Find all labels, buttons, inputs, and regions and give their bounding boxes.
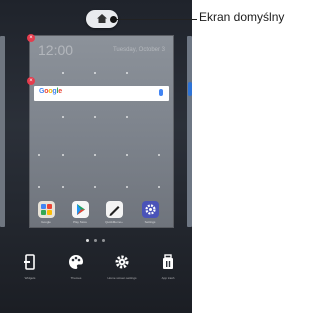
palette-icon bbox=[69, 255, 83, 269]
google-folder-icon[interactable] bbox=[38, 201, 55, 218]
widgets-icon bbox=[24, 254, 35, 270]
callout-line bbox=[113, 19, 197, 20]
app-label: QuickMemo+ bbox=[105, 220, 123, 224]
widgets-button[interactable]: Widgets bbox=[10, 254, 50, 294]
home-page-preview[interactable]: 12:00 Tuesday, October 3 × Google × Goog bbox=[27, 34, 173, 227]
tool-label: Widgets bbox=[24, 276, 36, 280]
app-shortcuts: Google Play Store QuickMemo+ Settings bbox=[36, 201, 167, 225]
trash-icon bbox=[163, 254, 173, 269]
next-page-card[interactable] bbox=[187, 36, 192, 227]
app-label: Google bbox=[41, 220, 51, 224]
settings-icon[interactable] bbox=[142, 201, 159, 218]
pen-icon[interactable] bbox=[106, 201, 123, 218]
clock-widget[interactable]: 12:00 Tuesday, October 3 bbox=[36, 42, 167, 59]
google-search-widget[interactable]: Google bbox=[34, 86, 169, 101]
clock-date: Tuesday, October 3 bbox=[112, 47, 165, 53]
home-screen-settings-button[interactable]: Home screen settings bbox=[102, 254, 142, 294]
home-screen-edit-mode: 12:00 Tuesday, October 3 × Google × Goog bbox=[0, 0, 192, 313]
remove-search-widget-icon[interactable]: × bbox=[27, 77, 35, 85]
callout-label: Ekran domyślny bbox=[199, 10, 285, 24]
tool-label: App trash bbox=[161, 276, 175, 280]
tool-label: Home screen settings bbox=[107, 276, 137, 280]
callout-dot bbox=[110, 16, 117, 23]
previous-page-card[interactable] bbox=[0, 36, 5, 227]
app-trash-button[interactable]: App trash bbox=[148, 254, 188, 294]
mic-icon[interactable] bbox=[159, 89, 163, 96]
remove-clock-widget-icon[interactable]: × bbox=[27, 34, 35, 42]
tool-label: Themes bbox=[70, 276, 82, 280]
app-label: Settings bbox=[144, 220, 156, 224]
themes-button[interactable]: Themes bbox=[56, 254, 96, 294]
play-store-icon[interactable] bbox=[72, 201, 89, 218]
gear-icon bbox=[115, 255, 129, 269]
edit-toolbar: Widgets Themes Home screen settings App … bbox=[0, 250, 192, 295]
google-logo: Google bbox=[39, 88, 62, 95]
home-icon bbox=[97, 14, 107, 23]
app-label: Play Store bbox=[73, 220, 87, 224]
clock-time: 12:00 bbox=[38, 42, 74, 58]
